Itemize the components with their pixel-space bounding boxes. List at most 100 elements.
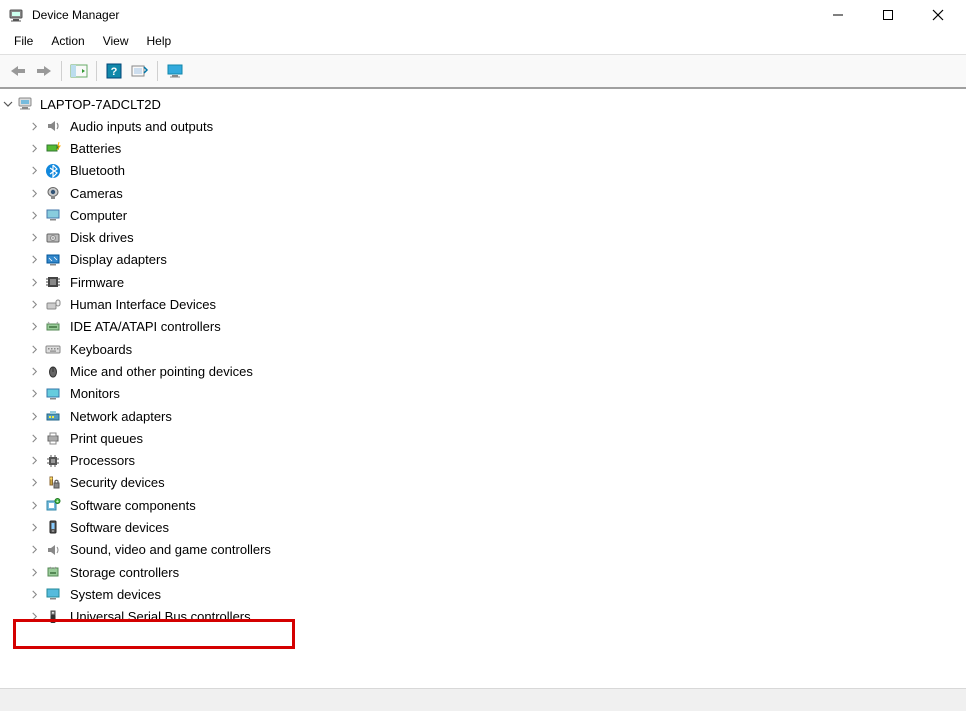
tree-category-node[interactable]: Firmware [0, 271, 966, 293]
chevron-right-icon[interactable] [28, 410, 40, 422]
tree-category-node[interactable]: Bluetooth [0, 160, 966, 182]
device-tree[interactable]: LAPTOP-7ADCLT2D Audio inputs and outputs… [0, 89, 966, 669]
minimize-button[interactable] [824, 4, 852, 26]
tree-category-node[interactable]: Computer [0, 204, 966, 226]
keyboard-icon [44, 340, 62, 358]
chevron-right-icon[interactable] [28, 432, 40, 444]
system-icon [44, 585, 62, 603]
tree-category-node[interactable]: Universal Serial Bus controllers [0, 606, 966, 628]
tree-category-label: Software devices [68, 519, 171, 536]
tree-category-node[interactable]: Audio inputs and outputs [0, 115, 966, 137]
battery-icon [44, 139, 62, 157]
chevron-right-icon[interactable] [28, 187, 40, 199]
toolbar: ? [0, 55, 966, 89]
tree-category-node[interactable]: Security devices [0, 472, 966, 494]
security-icon [44, 474, 62, 492]
tree-category-node[interactable]: Display adapters [0, 249, 966, 271]
tree-category-label: Processors [68, 452, 137, 469]
tree-category-node[interactable]: Human Interface Devices [0, 293, 966, 315]
maximize-button[interactable] [874, 4, 902, 26]
chevron-right-icon[interactable] [28, 588, 40, 600]
menu-action[interactable]: Action [43, 32, 92, 50]
sound-icon [44, 541, 62, 559]
hid-icon [44, 296, 62, 314]
tree-category-node[interactable]: Monitors [0, 383, 966, 405]
chevron-right-icon[interactable] [28, 142, 40, 154]
show-hide-console-tree-button[interactable] [67, 59, 91, 83]
firmware-icon [44, 273, 62, 291]
chevron-right-icon[interactable] [28, 544, 40, 556]
mouse-icon [44, 362, 62, 380]
tree-root-label: LAPTOP-7ADCLT2D [38, 96, 163, 113]
window-title: Device Manager [32, 8, 119, 22]
tree-category-node[interactable]: System devices [0, 583, 966, 605]
chevron-right-icon[interactable] [28, 566, 40, 578]
tree-category-node[interactable]: Batteries [0, 137, 966, 159]
tree-category-node[interactable]: Print queues [0, 427, 966, 449]
tree-category-label: Sound, video and game controllers [68, 541, 273, 558]
tree-category-node[interactable]: Processors [0, 449, 966, 471]
svg-text:+: + [56, 499, 59, 505]
tree-root-node[interactable]: LAPTOP-7ADCLT2D [0, 93, 966, 115]
tree-category-node[interactable]: + Software components [0, 494, 966, 516]
chevron-right-icon[interactable] [28, 611, 40, 623]
tree-category-label: Software components [68, 497, 198, 514]
tree-category-label: Cameras [68, 185, 125, 202]
computer-icon [44, 206, 62, 224]
tree-category-node[interactable]: Software devices [0, 516, 966, 538]
chevron-right-icon[interactable] [28, 521, 40, 533]
tree-category-node[interactable]: Cameras [0, 182, 966, 204]
tree-category-label: System devices [68, 586, 163, 603]
tree-category-label: Security devices [68, 474, 167, 491]
tree-category-node[interactable]: Storage controllers [0, 561, 966, 583]
tree-category-node[interactable]: Disk drives [0, 226, 966, 248]
chevron-right-icon[interactable] [28, 254, 40, 266]
chevron-down-icon[interactable] [2, 98, 14, 110]
chevron-right-icon[interactable] [28, 165, 40, 177]
printer-icon [44, 429, 62, 447]
tree-category-node[interactable]: Mice and other pointing devices [0, 360, 966, 382]
chevron-right-icon[interactable] [28, 455, 40, 467]
display-icon [44, 251, 62, 269]
processor-icon [44, 452, 62, 470]
chevron-right-icon[interactable] [28, 477, 40, 489]
menu-view[interactable]: View [95, 32, 137, 50]
menu-help[interactable]: Help [139, 32, 180, 50]
tree-category-label: Display adapters [68, 251, 169, 268]
tree-category-label: Storage controllers [68, 564, 181, 581]
tree-category-label: Network adapters [68, 408, 174, 425]
chevron-right-icon[interactable] [28, 120, 40, 132]
nav-back-button[interactable] [6, 59, 30, 83]
chevron-right-icon[interactable] [28, 365, 40, 377]
svg-text:?: ? [111, 66, 118, 78]
monitor-button[interactable] [163, 59, 187, 83]
monitor-icon [44, 385, 62, 403]
swdev-icon [44, 518, 62, 536]
chevron-right-icon[interactable] [28, 321, 40, 333]
chevron-right-icon[interactable] [28, 209, 40, 221]
close-button[interactable] [924, 4, 952, 26]
tree-category-label: Batteries [68, 140, 123, 157]
tree-category-label: Human Interface Devices [68, 296, 218, 313]
camera-icon [44, 184, 62, 202]
bluetooth-icon [44, 162, 62, 180]
storage-icon [44, 563, 62, 581]
menu-bar: File Action View Help [0, 30, 966, 55]
chevron-right-icon[interactable] [28, 232, 40, 244]
chevron-right-icon[interactable] [28, 343, 40, 355]
disk-icon [44, 229, 62, 247]
tree-category-node[interactable]: Sound, video and game controllers [0, 539, 966, 561]
chevron-right-icon[interactable] [28, 299, 40, 311]
chevron-right-icon[interactable] [28, 276, 40, 288]
chevron-right-icon[interactable] [28, 388, 40, 400]
nav-forward-button[interactable] [32, 59, 56, 83]
help-button[interactable]: ? [102, 59, 126, 83]
tree-category-node[interactable]: IDE ATA/ATAPI controllers [0, 316, 966, 338]
menu-file[interactable]: File [6, 32, 41, 50]
tree-category-label: IDE ATA/ATAPI controllers [68, 318, 223, 335]
tree-category-node[interactable]: Network adapters [0, 405, 966, 427]
chevron-right-icon[interactable] [28, 499, 40, 511]
tree-category-label: Keyboards [68, 341, 134, 358]
tree-category-node[interactable]: Keyboards [0, 338, 966, 360]
scan-hardware-button[interactable] [128, 59, 152, 83]
